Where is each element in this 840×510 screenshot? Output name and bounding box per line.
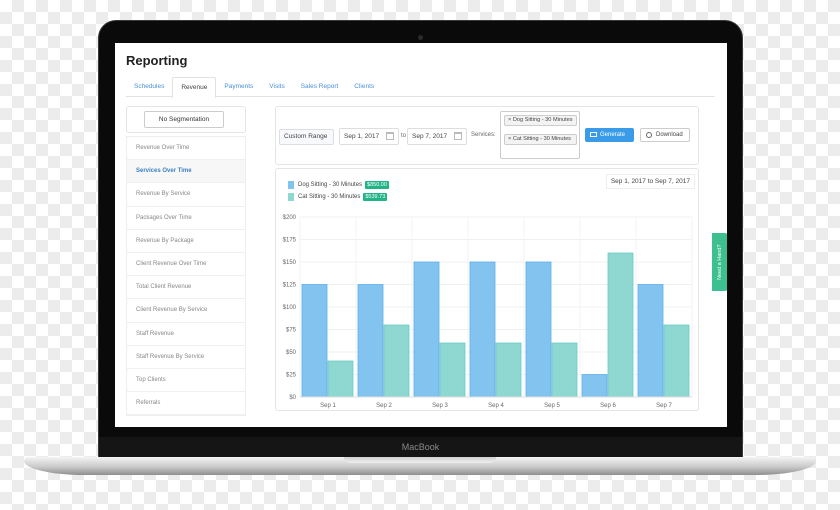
bar-dog (581, 374, 608, 398)
legend-total-badge: $539.73 (363, 193, 388, 201)
menu-item-packages-over-time[interactable]: Packages Over Time (127, 207, 245, 230)
tab-clients[interactable]: Clients (346, 77, 382, 96)
brand-label: MacBook (401, 442, 440, 452)
bar-cat (383, 324, 410, 398)
bar-dog (301, 284, 328, 398)
menu-item-total-client-revenue[interactable]: Total Client Revenue (127, 276, 245, 300)
menu-item-revenue-over-time[interactable]: Revenue Over Time (127, 137, 245, 161)
x-tick-label: Sep 1 (320, 403, 336, 409)
bar-dog (525, 261, 552, 398)
download-button[interactable]: Download (640, 128, 690, 142)
chart-icon (590, 132, 597, 137)
calendar-icon[interactable] (386, 132, 394, 140)
y-tick-label: $150 (283, 260, 297, 266)
x-tick-label: Sep 6 (600, 403, 616, 409)
service-chip-label: Dog Sitting - 30 Minutes (512, 117, 573, 123)
menu-item-staff-revenue[interactable]: Staff Revenue (127, 323, 245, 346)
service-chip: × Cat Sitting - 30 Minutes (504, 134, 577, 145)
legend-swatch (288, 181, 294, 189)
menu-item-revenue-by-service[interactable]: Revenue By Service (127, 183, 245, 207)
menu-item-top-clients[interactable]: Top Clients (127, 369, 245, 393)
range-select[interactable]: Custom Range (279, 129, 334, 145)
bar-dog (357, 284, 384, 398)
tab-sales-report[interactable]: Sales Report (293, 77, 347, 96)
y-tick-label: $50 (286, 350, 297, 356)
menu-item-client-revenue-by-service[interactable]: Client Revenue By Service (127, 299, 245, 323)
bar-cat (495, 342, 522, 398)
bar-cat (439, 342, 466, 398)
services-label: Services: (471, 132, 496, 138)
bar-dog (637, 284, 664, 398)
chart-panel: Dog Sitting - 30 Minutes $850.00 Cat Sit… (275, 168, 699, 411)
need-a-hand-tab[interactable]: Need a Hand? (712, 233, 727, 291)
laptop-base (24, 457, 816, 475)
menu-item-client-revenue-over-time[interactable]: Client Revenue Over Time (127, 253, 245, 277)
generate-button[interactable]: Generate (585, 128, 634, 142)
y-tick-label: $200 (283, 215, 297, 221)
tab-schedules[interactable]: Schedules (126, 77, 172, 96)
bar-cat (327, 360, 354, 398)
download-icon (646, 132, 652, 138)
segmentation-panel: No Segmentation (126, 106, 246, 133)
screen: Reporting Schedules Revenue Payments Visits… (115, 43, 727, 427)
lid-notch (344, 457, 496, 463)
service-chip-label: Cat Sitting - 30 Minutes (512, 136, 571, 142)
report-menu: Revenue Over Time Services Over Time Reven… (126, 136, 246, 417)
services-multiselect[interactable]: × Dog Sitting - 30 Minutes × Cat Sitting… (500, 111, 580, 159)
x-tick-label: Sep 7 (656, 403, 672, 409)
bar-cat (551, 342, 578, 398)
x-tick-label: Sep 2 (376, 403, 392, 409)
y-tick-label: $125 (283, 283, 297, 289)
menu-item-referrals[interactable]: Referrals (127, 392, 245, 416)
y-tick-label: $100 (283, 305, 297, 311)
bar-dog (469, 261, 496, 398)
start-date-input[interactable]: Sep 1, 2017 (339, 128, 399, 145)
y-tick-label: $25 (286, 373, 297, 379)
calendar-icon[interactable] (454, 132, 462, 140)
bar-cat (607, 252, 634, 398)
menu-item-staff-revenue-by-service[interactable]: Staff Revenue By Service (127, 346, 245, 369)
page-title: Reporting (126, 53, 188, 68)
legend-label: Cat Sitting - 30 Minutes (298, 194, 361, 200)
segmentation-button[interactable]: No Segmentation (144, 111, 224, 128)
menu-item-revenue-by-package[interactable]: Revenue By Package (127, 230, 245, 253)
laptop-lid: Reporting Schedules Revenue Payments Visits… (98, 20, 743, 460)
x-tick-label: Sep 4 (488, 403, 504, 409)
legend-label: Dog Sitting - 30 Minutes (298, 182, 363, 188)
to-label: to (401, 133, 407, 139)
bar-dog (413, 261, 440, 398)
camera (418, 35, 423, 40)
tab-visits[interactable]: Visits (261, 77, 292, 96)
x-tick-label: Sep 5 (544, 403, 560, 409)
date-range-display: Sep 1, 2017 to Sep 7, 2017 (605, 174, 695, 189)
service-chip: × Dog Sitting - 30 Minutes (504, 115, 577, 126)
y-tick-label: $75 (286, 328, 297, 334)
remove-chip-icon[interactable]: × (508, 117, 511, 123)
y-tick-label: $0 (289, 395, 296, 401)
legend-item: Dog Sitting - 30 Minutes $850.00 (288, 181, 389, 189)
tab-payments[interactable]: Payments (216, 77, 261, 96)
y-tick-label: $175 (283, 238, 297, 244)
bar-cat (663, 324, 690, 398)
start-date-value: Sep 1, 2017 (344, 133, 380, 140)
end-date-value: Sep 7, 2017 (412, 133, 448, 140)
download-label: Download (656, 132, 683, 138)
legend-item: Cat Sitting - 30 Minutes $539.73 (288, 193, 388, 201)
generate-label: Generate (600, 132, 626, 138)
legend-swatch (288, 193, 294, 201)
x-tick-label: Sep 3 (432, 403, 448, 409)
laptop-chin: MacBook (99, 437, 742, 459)
tab-bar: Schedules Revenue Payments Visits Sales Repo… (126, 77, 715, 98)
bar-chart: $0 $25 $50 $75 $100 $125 $150 $175 $200 Sep 1 Sep … (283, 215, 693, 409)
tab-revenue[interactable]: Revenue (172, 77, 217, 98)
end-date-input[interactable]: Sep 7, 2017 (407, 128, 467, 145)
legend-total-badge: $850.00 (365, 181, 389, 189)
filter-panel: Custom Range Sep 1, 2017 to Sep 7, 2017 … (275, 106, 699, 165)
remove-chip-icon[interactable]: × (508, 136, 511, 142)
menu-item-services-over-time[interactable]: Services Over Time (127, 160, 245, 184)
